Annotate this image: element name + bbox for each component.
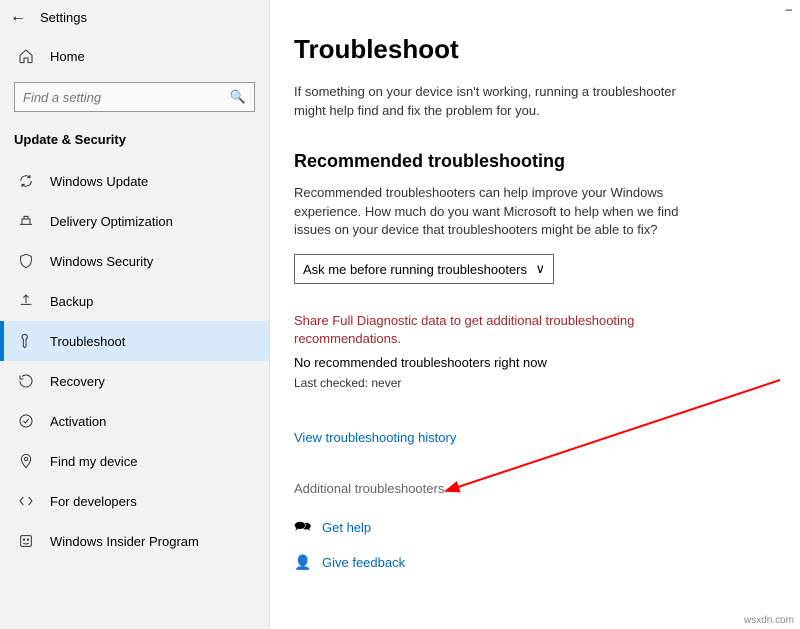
chevron-down-icon: ∨ (535, 261, 545, 277)
shield-icon (18, 253, 34, 269)
titlebar: ← Settings (0, 0, 269, 38)
backup-icon (18, 293, 34, 309)
back-button[interactable]: ← (10, 8, 26, 26)
help-icon: 🗪 (294, 516, 310, 540)
dropdown-value: Ask me before running troubleshooters (303, 262, 527, 277)
sidebar-item-home[interactable]: Home (0, 38, 269, 74)
additional-troubleshooters-link[interactable]: Additional troubleshooters (294, 481, 776, 496)
sidebar-item-windows-security[interactable]: Windows Security (0, 241, 269, 281)
feedback-icon: 👤 (294, 554, 310, 571)
sidebar-item-troubleshoot[interactable]: Troubleshoot (0, 321, 269, 361)
sidebar-item-label: Find my device (50, 454, 137, 469)
sidebar-item-label: Troubleshoot (50, 334, 125, 349)
sidebar-item-windows-update[interactable]: Windows Update (0, 161, 269, 201)
sidebar-item-activation[interactable]: Activation (0, 401, 269, 441)
get-help-row[interactable]: 🗪 Get help (294, 516, 776, 540)
sidebar-item-label: Windows Insider Program (50, 534, 199, 549)
sidebar-item-delivery-optimization[interactable]: Delivery Optimization (0, 201, 269, 241)
sidebar-item-label: Windows Update (50, 174, 148, 189)
diagnostic-warning: Share Full Diagnostic data to get additi… (294, 312, 694, 348)
sidebar-item-backup[interactable]: Backup (0, 281, 269, 321)
troubleshoot-preference-dropdown[interactable]: Ask me before running troubleshooters ∨ (294, 254, 554, 284)
sidebar: ← Settings Home 🔍 Update & Security Wind… (0, 0, 270, 629)
intro-text: If something on your device isn't workin… (294, 83, 694, 121)
sidebar-item-label: Delivery Optimization (50, 214, 173, 229)
sidebar-item-label: Windows Security (50, 254, 153, 269)
home-icon (18, 48, 34, 64)
search-field[interactable] (23, 90, 230, 105)
recommended-desc: Recommended troubleshooters can help imp… (294, 184, 694, 241)
sidebar-item-label: For developers (50, 494, 137, 509)
developers-icon (18, 493, 34, 509)
sidebar-item-for-developers[interactable]: For developers (0, 481, 269, 521)
activation-icon (18, 413, 34, 429)
give-feedback-row[interactable]: 👤 Give feedback (294, 554, 776, 571)
troubleshoot-icon (18, 333, 34, 349)
history-link[interactable]: View troubleshooting history (294, 430, 776, 445)
location-icon (18, 453, 34, 469)
window-title: Settings (40, 10, 87, 25)
search-input[interactable]: 🔍 (14, 82, 255, 112)
minimize-button[interactable]: – (785, 2, 792, 16)
delivery-icon (18, 213, 34, 229)
watermark: wsxdn.com (744, 615, 794, 626)
recommended-heading: Recommended troubleshooting (294, 151, 776, 172)
sidebar-item-windows-insider[interactable]: Windows Insider Program (0, 521, 269, 561)
recovery-icon (18, 373, 34, 389)
category-heading: Update & Security (0, 124, 269, 161)
sidebar-item-find-my-device[interactable]: Find my device (0, 441, 269, 481)
sidebar-item-label: Activation (50, 414, 106, 429)
get-help-label: Get help (322, 520, 371, 535)
last-checked-text: Last checked: never (294, 376, 776, 390)
sidebar-item-label: Recovery (50, 374, 105, 389)
no-recommended-text: No recommended troubleshooters right now (294, 355, 776, 370)
page-title: Troubleshoot (294, 34, 776, 65)
sidebar-item-recovery[interactable]: Recovery (0, 361, 269, 401)
refresh-icon (18, 173, 34, 189)
main-content: – Troubleshoot If something on your devi… (270, 0, 800, 629)
search-icon: 🔍 (230, 89, 246, 105)
sidebar-item-label: Backup (50, 294, 93, 309)
insider-icon (18, 533, 34, 549)
home-label: Home (50, 49, 85, 64)
give-feedback-label: Give feedback (322, 555, 405, 570)
